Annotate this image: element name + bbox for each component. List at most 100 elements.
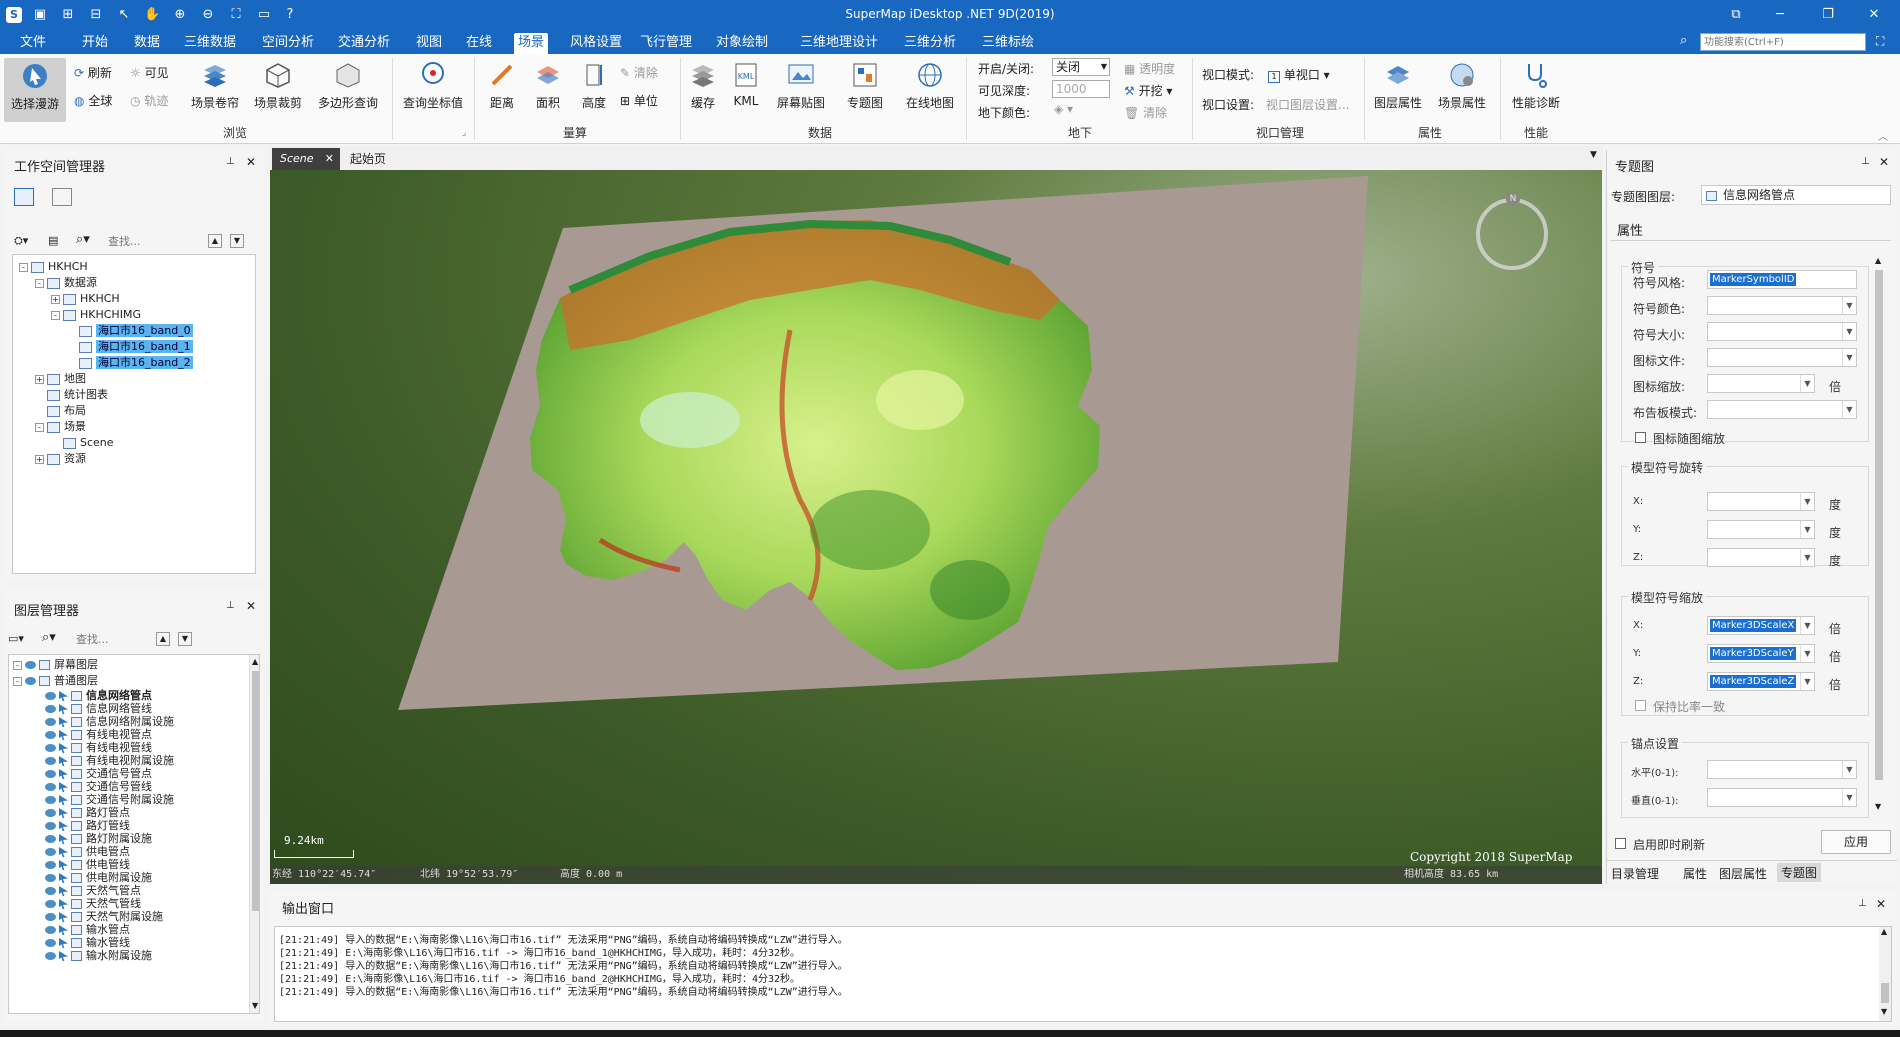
group-launcher-icon[interactable]: ⌟ <box>462 128 466 138</box>
scroll-down-icon[interactable]: ▼ <box>1881 1007 1887 1016</box>
visibility-eye-icon[interactable] <box>45 770 56 778</box>
menu-item[interactable]: 场景 <box>514 33 549 54</box>
search-prev-icon[interactable]: ▲ <box>156 632 170 646</box>
toolbar-open-icon[interactable]: ⛭▾ <box>14 234 28 248</box>
visibility-eye-icon[interactable] <box>45 731 56 739</box>
selectable-arrow-icon[interactable] <box>59 886 68 896</box>
expand-toggle-icon[interactable]: - <box>19 262 28 272</box>
open-folder-icon[interactable]: ▭ <box>256 7 272 23</box>
expand-toggle-icon[interactable] <box>67 343 76 352</box>
scene-clip-button[interactable]: 场景裁剪 <box>248 60 308 111</box>
keep-ratio-checkbox[interactable] <box>1635 700 1646 711</box>
expand-icon[interactable]: ⛶ <box>1876 34 1884 49</box>
layer-row[interactable]: 信息网络管线 <box>45 702 152 715</box>
visibility-eye-icon[interactable] <box>45 809 56 817</box>
layer-properties-button[interactable]: 图层属性 <box>1370 60 1426 111</box>
menu-item[interactable]: 交通分析 <box>334 33 394 54</box>
expand-toggle-icon[interactable] <box>35 407 44 416</box>
expand-toggle-icon[interactable] <box>51 439 60 448</box>
symbol-size-field[interactable]: ▼ <box>1707 322 1857 341</box>
menu-item[interactable]: 三维地理设计 <box>796 33 882 54</box>
tab-properties[interactable]: 属性 <box>1617 220 1643 239</box>
tab-scene[interactable]: Scene ✕ <box>272 148 340 170</box>
selectable-arrow-icon[interactable] <box>59 821 68 831</box>
tab-list-icon[interactable]: ▼ <box>1590 150 1597 160</box>
selectable-arrow-icon[interactable] <box>59 756 68 766</box>
workspace-search-input[interactable] <box>108 232 208 250</box>
tree-node[interactable]: - HKHCH <box>19 259 88 275</box>
polygon-query-button[interactable]: 多边形查询 <box>312 60 384 111</box>
selectable-arrow-icon[interactable] <box>59 834 68 844</box>
tree-node[interactable]: + HKHCH <box>51 291 120 307</box>
compass[interactable]: N <box>1476 192 1548 270</box>
tree-node[interactable]: - HKHCHIMG <box>51 307 141 323</box>
layer-row[interactable]: 路灯管线 <box>45 819 130 832</box>
scene-view[interactable]: N 9.24km Copyright 2018 SuperMap 东经 110°… <box>270 170 1602 884</box>
pin-icon[interactable]: ⊥ <box>226 600 235 611</box>
icon-scale-field[interactable]: ▼ <box>1707 374 1815 393</box>
instant-refresh-checkbox[interactable] <box>1615 838 1626 849</box>
full-globe-button[interactable]: ◍ 全球 <box>74 92 112 109</box>
select-roam-button[interactable]: 选择漫游 <box>4 58 66 122</box>
menu-item[interactable]: 飞行管理 <box>636 33 696 54</box>
menu-item[interactable]: 在线 <box>462 33 496 54</box>
icon-follow-checkbox[interactable] <box>1635 432 1646 443</box>
tree-node[interactable]: 统计图表 <box>35 387 108 403</box>
layer-row[interactable]: 供电附属设施 <box>45 871 152 884</box>
expand-toggle-icon[interactable] <box>35 391 44 400</box>
selectable-arrow-icon[interactable] <box>59 717 68 727</box>
menu-item[interactable]: 三维标绘 <box>978 33 1038 54</box>
visibility-eye-icon[interactable] <box>45 848 56 856</box>
scroll-thumb[interactable] <box>1875 270 1883 780</box>
visibility-eye-icon[interactable] <box>45 705 56 713</box>
selectable-arrow-icon[interactable] <box>59 704 68 714</box>
selectable-arrow-icon[interactable] <box>59 899 68 909</box>
layer-row[interactable]: 天然气附属设施 <box>45 910 163 923</box>
import-icon[interactable]: ⊟ <box>88 7 104 23</box>
expand-toggle-icon[interactable]: - <box>35 278 44 288</box>
scroll-thumb[interactable] <box>252 671 259 911</box>
visibility-eye-icon[interactable] <box>45 744 56 752</box>
layer-row[interactable]: 交通信号管线 <box>45 780 152 793</box>
layer-group-normal[interactable]: - 普通图层 <box>13 673 98 689</box>
selectable-arrow-icon[interactable] <box>59 782 68 792</box>
visibility-eye-icon[interactable] <box>45 861 56 869</box>
rotation-z-field[interactable]: ▼ <box>1707 548 1815 567</box>
layer-row[interactable]: 路灯附属设施 <box>45 832 152 845</box>
viewport-layer-setting-button[interactable]: 视口图层设置... <box>1266 96 1349 113</box>
refresh-button[interactable]: ⟳ 刷新 <box>74 64 112 81</box>
search-next-icon[interactable]: ▼ <box>178 632 192 646</box>
help-icon[interactable]: ? <box>282 7 298 23</box>
layer-row[interactable]: 输水管线 <box>45 936 130 949</box>
search-icon[interactable]: ⌕ <box>1680 33 1687 48</box>
scale-z-field[interactable]: Marker3DScaleZ ▼ <box>1707 672 1815 691</box>
full-extent-icon[interactable]: ⛶ <box>228 7 244 23</box>
symbol-color-field[interactable]: ▼ <box>1707 296 1857 315</box>
visible-button[interactable]: ☼ 可见 <box>130 64 169 81</box>
function-search-input[interactable] <box>1700 33 1866 51</box>
visibility-eye-icon[interactable] <box>45 887 56 895</box>
performance-diagnosis-button[interactable]: 性能诊断 <box>1506 60 1566 111</box>
layer-row[interactable]: 天然气管点 <box>45 884 141 897</box>
scroll-thumb[interactable] <box>1881 983 1889 1003</box>
selectable-arrow-icon[interactable] <box>59 808 68 818</box>
pin-icon[interactable]: ⊥ <box>1858 898 1867 909</box>
tree-node[interactable]: 海口市16_band_0 <box>67 323 193 339</box>
underground-toggle-select[interactable]: 关闭 ▼ <box>1052 58 1110 76</box>
visibility-eye-icon[interactable] <box>45 900 56 908</box>
search-icon[interactable]: ⌕▾ <box>76 232 90 247</box>
search-icon[interactable]: ⌕▾ <box>42 630 56 645</box>
kml-button[interactable]: KML KML <box>726 60 766 108</box>
search-prev-icon[interactable]: ▲ <box>208 234 222 248</box>
underground-clear-button[interactable]: 🗑 清除 <box>1124 104 1167 121</box>
close-icon[interactable]: ✕ <box>1876 897 1886 911</box>
layer-row[interactable]: 天然气管线 <box>45 897 141 910</box>
selectable-arrow-icon[interactable] <box>59 743 68 753</box>
scale-y-field[interactable]: Marker3DScaleY ▼ <box>1707 644 1815 663</box>
close-icon[interactable]: ✕ <box>1866 7 1882 23</box>
visibility-eye-icon[interactable] <box>45 926 56 934</box>
visibility-eye-icon[interactable] <box>45 783 56 791</box>
online-map-button[interactable]: 在线地图 <box>900 60 960 111</box>
select-cursor-icon[interactable]: ↖ <box>116 7 132 23</box>
scene-properties-button[interactable]: 场景属性 <box>1432 60 1492 111</box>
